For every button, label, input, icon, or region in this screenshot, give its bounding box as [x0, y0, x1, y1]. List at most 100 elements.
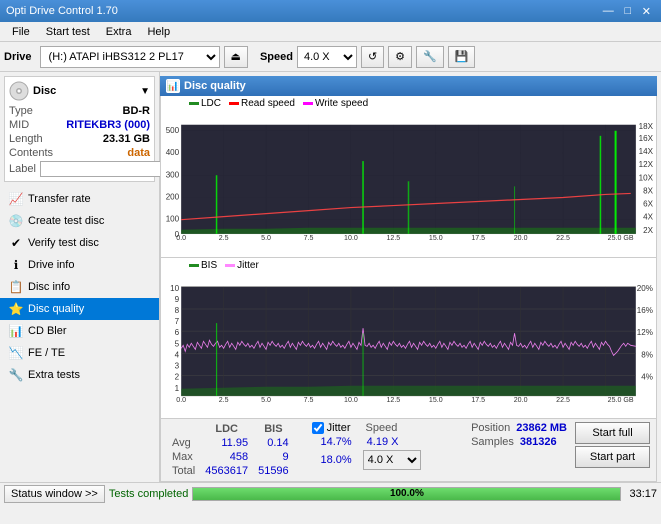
avg-row: Avg 11.95 0.14	[167, 436, 304, 450]
menu-file[interactable]: File	[4, 24, 38, 40]
chart-panel: 📊 Disc quality LDC Read speed	[160, 76, 657, 482]
svg-text:0.0: 0.0	[176, 235, 186, 242]
disc-contents-key: Contents	[9, 147, 53, 159]
sidebar: Disc ▼ Type BD-R MID RITEKBR3 (000) Leng…	[0, 72, 160, 482]
chart-panel-icon: 📊	[166, 79, 180, 93]
svg-text:6: 6	[175, 328, 180, 337]
menu-start-test[interactable]: Start test	[38, 24, 98, 40]
svg-text:200: 200	[166, 192, 180, 201]
total-empty	[294, 464, 304, 478]
col-header-spacer	[294, 422, 304, 436]
drive-select[interactable]: (H:) ATAPI iHBS312 2 PL17	[40, 46, 220, 68]
status-window-button[interactable]: Status window >>	[4, 485, 105, 503]
position-row: Position 23862 MB	[471, 422, 567, 434]
disc-type-val: BD-R	[123, 105, 151, 117]
svg-text:5.0: 5.0	[261, 396, 271, 403]
stats-speed-dropdown[interactable]: 4.0 X	[363, 450, 421, 470]
legend-write: Write speed	[303, 98, 368, 109]
jitter-speed-section: Jitter Speed 14.7% 4.19 X 18.0% 4.0 X	[312, 422, 421, 470]
speed-select[interactable]: 4.0 X 8.0 X	[297, 46, 357, 68]
sidebar-item-fe-te[interactable]: 📉 FE / TE	[0, 342, 159, 364]
menu-extra[interactable]: Extra	[98, 24, 140, 40]
disc-expand-icon[interactable]: ▼	[140, 86, 150, 97]
start-part-button[interactable]: Start part	[575, 446, 650, 468]
svg-text:2.5: 2.5	[219, 396, 229, 403]
disc-mid-val: RITEKBR3 (000)	[66, 119, 150, 131]
sidebar-item-cd-bler[interactable]: 📊 CD Bler	[0, 320, 159, 342]
sidebar-item-verify-test-disc[interactable]: ✔ Verify test disc	[0, 232, 159, 254]
read-legend-color	[229, 102, 239, 105]
svg-text:10.0: 10.0	[344, 235, 358, 242]
svg-text:22.5: 22.5	[556, 235, 570, 242]
sidebar-item-create-test-disc[interactable]: 💿 Create test disc	[0, 210, 159, 232]
minimize-button[interactable]: —	[599, 3, 618, 19]
max-row: Max 458 9	[167, 450, 304, 464]
svg-text:20.0: 20.0	[514, 235, 528, 242]
write-legend-label: Write speed	[315, 98, 368, 109]
eject-button[interactable]: ⏏	[224, 46, 248, 68]
jitter-checkbox[interactable]	[312, 422, 324, 434]
speed-label: Speed	[260, 51, 293, 63]
samples-row: Samples 381326	[471, 436, 567, 448]
avg-bis: 0.14	[253, 436, 294, 450]
progress-bar-container: 100.0%	[192, 487, 621, 501]
svg-text:2X: 2X	[643, 226, 653, 235]
svg-text:300: 300	[166, 170, 180, 179]
svg-text:10: 10	[170, 283, 179, 292]
disc-info-header: Disc ▼	[9, 81, 150, 101]
verify-test-disc-icon: ✔	[8, 235, 24, 251]
write-legend-color	[303, 102, 313, 105]
svg-text:12X: 12X	[639, 160, 654, 169]
title-bar: Opti Drive Control 1.70 — □ ✕	[0, 0, 661, 22]
total-row: Total 4563617 51596	[167, 464, 304, 478]
bis-legend-label: BIS	[201, 260, 217, 271]
maximize-button[interactable]: □	[620, 3, 636, 19]
disc-info-icon: 📋	[8, 279, 24, 295]
svg-text:5.0: 5.0	[261, 235, 271, 242]
col-header-empty	[167, 422, 200, 436]
disc-length-val: 23.31 GB	[103, 133, 150, 145]
svg-text:100: 100	[166, 215, 180, 224]
svg-text:7.5: 7.5	[304, 235, 314, 242]
window-controls: — □ ✕	[599, 3, 655, 19]
legend-read: Read speed	[229, 98, 295, 109]
status-text: Tests completed	[109, 488, 188, 500]
top-chart-legend: LDC Read speed Write speed	[185, 96, 372, 111]
svg-text:4%: 4%	[641, 372, 653, 381]
avg-jitter-row: 14.7% 4.19 X	[312, 436, 421, 448]
drive-label: Drive	[4, 51, 32, 63]
sidebar-item-drive-info[interactable]: ℹ Drive info	[0, 254, 159, 276]
avg-label: Avg	[167, 436, 200, 450]
total-ldc: 4563617	[200, 464, 253, 478]
svg-text:12%: 12%	[637, 328, 653, 337]
close-button[interactable]: ✕	[638, 3, 655, 19]
sidebar-item-label: Drive info	[28, 259, 74, 271]
svg-text:12.5: 12.5	[386, 235, 400, 242]
speed-col-label: Speed	[366, 422, 398, 434]
save-button[interactable]: 💾	[448, 46, 476, 68]
settings-btn-1[interactable]: ⚙	[388, 46, 412, 68]
charts-wrapper: LDC Read speed Write speed 500 400	[160, 96, 657, 419]
fe-te-icon: 📉	[8, 345, 24, 361]
start-full-button[interactable]: Start full	[575, 422, 650, 444]
refresh-button[interactable]: ↺	[361, 46, 384, 68]
sidebar-item-disc-info[interactable]: 📋 Disc info	[0, 276, 159, 298]
avg-jitter-val: 14.7%	[312, 436, 352, 448]
svg-text:0.0: 0.0	[176, 396, 186, 403]
cd-bler-icon: 📊	[8, 323, 24, 339]
sidebar-item-label: Verify test disc	[28, 237, 99, 249]
svg-text:8X: 8X	[643, 186, 653, 195]
sidebar-item-transfer-rate[interactable]: 📈 Transfer rate	[0, 188, 159, 210]
sidebar-item-label: Extra tests	[28, 369, 80, 381]
menu-help[interactable]: Help	[139, 24, 178, 40]
svg-text:1: 1	[175, 383, 180, 392]
sidebar-item-disc-quality[interactable]: ⭐ Disc quality	[0, 298, 159, 320]
sidebar-item-label: Transfer rate	[28, 193, 91, 205]
disc-label-input[interactable]	[40, 161, 178, 177]
settings-btn-2[interactable]: 🔧	[416, 46, 444, 68]
transfer-rate-icon: 📈	[8, 191, 24, 207]
sidebar-item-extra-tests[interactable]: 🔧 Extra tests	[0, 364, 159, 386]
disc-mid-key: MID	[9, 119, 29, 131]
toolbar: Drive (H:) ATAPI iHBS312 2 PL17 ⏏ Speed …	[0, 42, 661, 72]
svg-text:4: 4	[175, 350, 180, 359]
